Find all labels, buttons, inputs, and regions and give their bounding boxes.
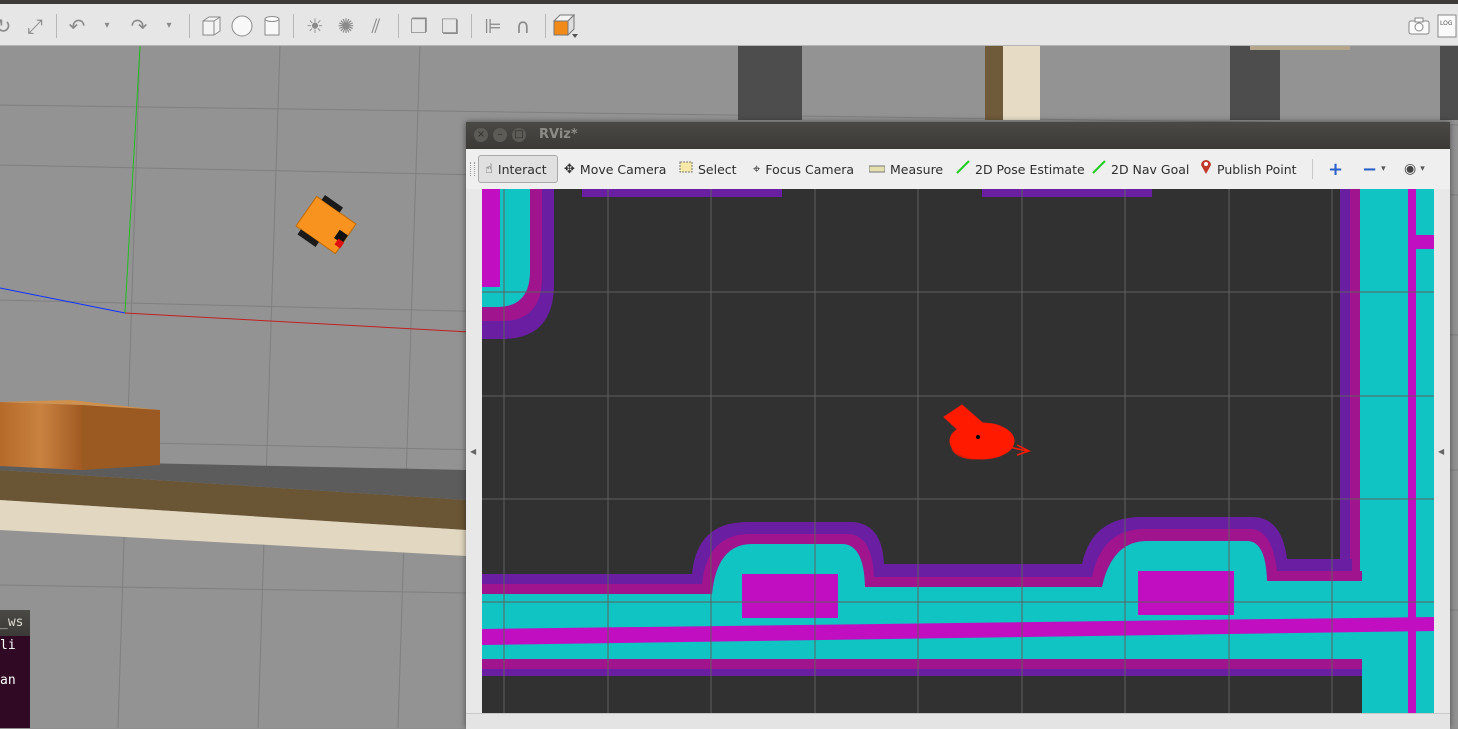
tool-label: 2D Nav Goal <box>1111 161 1190 177</box>
tool-label: Interact <box>497 161 547 177</box>
undo-icon[interactable]: ↶ <box>64 13 90 39</box>
rviz-statusbar <box>466 713 1450 729</box>
rviz-3d-view[interactable] <box>482 189 1434 713</box>
right-dock-handle[interactable]: ◀ <box>1434 189 1450 713</box>
directional-light-icon[interactable]: ⫽ <box>363 13 389 39</box>
rviz-titlebar[interactable]: × – □ RViz* <box>466 122 1450 149</box>
box-icon[interactable] <box>198 13 224 39</box>
paste-icon[interactable]: ❏ <box>437 13 463 39</box>
terminal-line: li <box>0 638 16 653</box>
screenshot-icon[interactable] <box>1406 13 1432 39</box>
copy-icon[interactable]: ❐ <box>406 13 432 39</box>
costmap-obstacle <box>482 189 554 339</box>
toolbar-grip[interactable] <box>470 162 475 176</box>
tool-select[interactable]: Select <box>679 155 737 183</box>
toolbar-divider <box>471 14 472 38</box>
select-icon <box>679 161 693 177</box>
left-dock-handle[interactable]: ◀ <box>466 189 482 713</box>
costmap-render <box>482 189 1434 713</box>
refresh-icon[interactable]: ↻ <box>0 13 16 39</box>
align-icon[interactable]: ⊫ <box>480 13 506 39</box>
tool-label: Select <box>698 161 737 177</box>
toolbar-divider <box>189 14 190 38</box>
tool-label: Publish Point <box>1217 161 1297 177</box>
map-pin-icon <box>1200 159 1212 179</box>
wall-shadow <box>1230 46 1280 120</box>
wall-shadow <box>985 46 1003 120</box>
tool-label: Measure <box>890 161 944 177</box>
spot-light-icon[interactable]: ✺ <box>333 13 359 39</box>
tool-measure[interactable]: Measure <box>868 155 944 183</box>
wall-top <box>1440 46 1458 120</box>
point-light-icon[interactable]: ☀ <box>302 13 328 39</box>
ruler-icon <box>868 162 886 177</box>
rviz-window: × – □ RViz* ☝ Interact ✥ Move Camera Sel… <box>466 122 1450 729</box>
toolbar-divider <box>398 14 399 38</box>
close-icon[interactable]: × <box>474 128 488 142</box>
terminal-line: an <box>0 673 16 688</box>
snap-icon[interactable]: ∩ <box>510 13 536 39</box>
toolbar-divider <box>293 14 294 38</box>
log-icon[interactable]: LOG <box>1436 13 1458 39</box>
green-arrow-icon <box>956 160 970 178</box>
green-arrow-icon <box>1092 160 1106 178</box>
maximize-icon[interactable]: □ <box>512 128 526 142</box>
tool-2d-pose-estimate[interactable]: 2D Pose Estimate <box>956 155 1085 183</box>
log-label: LOG <box>1440 20 1453 27</box>
window-title: RViz* <box>539 127 578 142</box>
gazebo-toolbar: ↻ ⤢ ↶ ▾ ↷ ▾ ☀ ✺ ⫽ ❐ ❏ ⊫ ∩ LOG <box>0 0 1458 46</box>
tool-2d-nav-goal[interactable]: 2D Nav Goal <box>1092 155 1189 183</box>
tool-label: 2D Pose Estimate <box>975 161 1085 177</box>
costmap-obstacle <box>582 189 782 197</box>
tool-move-camera[interactable]: ✥ Move Camera <box>564 155 666 183</box>
toolbar-divider <box>545 14 546 38</box>
undo-dropdown-icon[interactable]: ▾ <box>94 13 120 39</box>
toolbar-divider <box>1312 159 1313 179</box>
redo-dropdown-icon[interactable]: ▾ <box>156 13 182 39</box>
wooden-box-side <box>82 405 160 470</box>
cylinder-icon[interactable] <box>259 13 285 39</box>
fullscreen-icon[interactable]: ⤢ <box>22 13 48 39</box>
tool-label: Move Camera <box>579 161 667 177</box>
hand-pointer-icon: ☝ <box>485 161 493 177</box>
sphere-icon[interactable] <box>229 13 255 39</box>
rviz-toolbar: ☝ Interact ✥ Move Camera Select ⌖ Focus … <box>466 149 1450 190</box>
remove-tool-icon[interactable]: − ▾ <box>1362 155 1386 183</box>
minimize-icon[interactable]: – <box>493 128 507 142</box>
costmap-obstacle <box>982 189 1152 197</box>
eye-icon[interactable]: ◉ ▾ <box>1404 155 1425 183</box>
move-camera-icon: ✥ <box>564 161 575 177</box>
terminal-tab-title[interactable]: _ws <box>0 610 30 636</box>
add-tool-icon[interactable]: + <box>1328 155 1343 183</box>
terminal-window[interactable]: _ws li an <box>0 610 30 728</box>
wooden-box <box>0 402 82 470</box>
change-view-icon[interactable] <box>552 13 578 39</box>
wall-top <box>1250 46 1350 50</box>
redo-icon[interactable]: ↷ <box>126 13 152 39</box>
wall-shadow <box>738 46 802 120</box>
tool-label: Focus Camera <box>765 161 855 177</box>
tool-interact[interactable]: ☝ Interact <box>478 155 558 183</box>
toolbar-divider <box>56 14 57 38</box>
tool-publish-point[interactable]: Publish Point <box>1200 155 1297 183</box>
wall-top <box>1000 46 1040 120</box>
focus-camera-icon: ⌖ <box>753 161 761 177</box>
tool-focus-camera[interactable]: ⌖ Focus Camera <box>753 155 854 183</box>
